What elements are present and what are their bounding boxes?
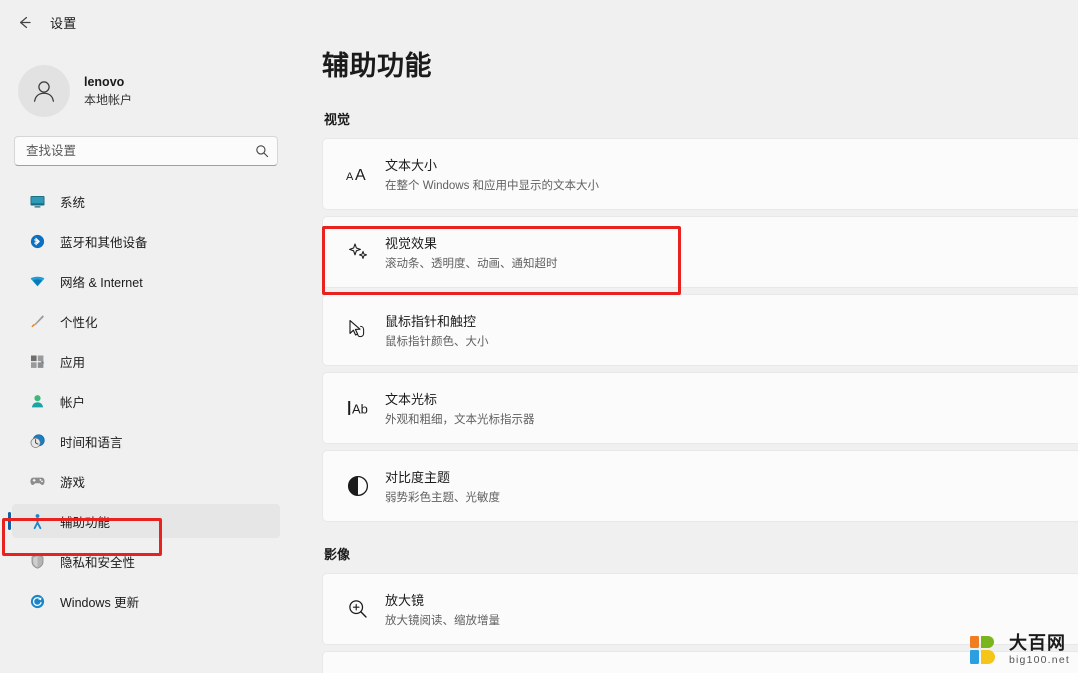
sidebar-item-accessibility[interactable]: 辅助功能 — [8, 504, 280, 538]
setting-card-text-size[interactable]: A A 文本大小 在整个 Windows 和应用中显示的文本大小 — [322, 138, 1078, 210]
setting-title: 文本光标 — [385, 392, 438, 407]
svg-text:Ab: Ab — [352, 402, 368, 417]
sidebar-item-network[interactable]: 网络 & Internet — [12, 264, 280, 298]
sidebar-item-label: 辅助功能 — [60, 515, 111, 530]
paintbrush-icon — [28, 312, 46, 330]
svg-text:A: A — [355, 167, 366, 184]
setting-card-contrast-themes[interactable]: 对比度主题 弱势彩色主题、光敏度 — [322, 450, 1078, 522]
apps-grid-icon — [28, 352, 46, 370]
update-refresh-icon — [28, 592, 46, 610]
setting-card-text-cursor[interactable]: Ab 文本光标 外观和粗细，文本光标指示器 — [322, 372, 1078, 444]
setting-title: 文本大小 — [385, 158, 438, 173]
magnifier-plus-icon — [331, 597, 385, 621]
contrast-circle-icon — [331, 474, 385, 498]
text-cursor-icon: Ab — [331, 397, 385, 419]
setting-subtitle: 鼠标指针颜色、大小 — [385, 336, 489, 348]
section-heading-vision: 视觉 — [324, 112, 351, 127]
setting-title: 视觉效果 — [385, 236, 438, 251]
setting-subtitle: 在整个 Windows 和应用中显示的文本大小 — [385, 180, 600, 192]
wifi-icon — [28, 272, 46, 290]
avatar — [18, 65, 70, 117]
search-container — [0, 122, 300, 166]
settings-window: 设置 lenovo 本地帐户 查找设置 系统 蓝牙和其他设备 网络 & Inte… — [0, 0, 1078, 673]
title-bar: 设置 — [0, 0, 300, 44]
person-avatar-icon — [33, 81, 55, 102]
shield-icon — [28, 552, 46, 570]
sidebar-item-time-language[interactable]: 时间和语言 — [12, 424, 280, 458]
account-type: 本地帐户 — [84, 92, 133, 107]
sidebar-nav: 系统 蓝牙和其他设备 网络 & Internet 个性化 应用 帐户 时间和语言… — [0, 184, 300, 618]
account-name: lenovo — [84, 74, 125, 89]
setting-card-visual-effects[interactable]: 视觉效果 滚动条、透明度、动画、通知超时 — [322, 216, 1078, 288]
setting-subtitle: 放大镜阅读、缩放增量 — [385, 615, 500, 627]
sidebar-item-privacy[interactable]: 隐私和安全性 — [12, 544, 280, 578]
sidebar-item-label: 隐私和安全性 — [60, 555, 136, 570]
sidebar-item-windows-update[interactable]: Windows 更新 — [12, 584, 280, 618]
sidebar-item-bluetooth[interactable]: 蓝牙和其他设备 — [12, 224, 280, 258]
sidebar-item-accounts[interactable]: 帐户 — [12, 384, 280, 418]
account-block[interactable]: lenovo 本地帐户 — [0, 44, 300, 122]
setting-subtitle: 弱势彩色主题、光敏度 — [385, 492, 500, 504]
search-box[interactable] — [14, 136, 278, 166]
sidebar-item-gaming[interactable]: 游戏 — [12, 464, 280, 498]
gamepad-icon — [28, 472, 46, 490]
search-icon — [255, 144, 269, 158]
clock-globe-icon — [28, 432, 46, 450]
watermark-url: big100.net — [1008, 654, 1070, 667]
search-input[interactable] — [26, 144, 255, 158]
sidebar-item-label: 个性化 — [60, 315, 98, 330]
sidebar-item-label: 网络 & Internet — [60, 275, 143, 290]
sidebar-item-personalization[interactable]: 个性化 — [12, 304, 280, 338]
setting-title: 鼠标指针和触控 — [385, 314, 477, 329]
setting-card-magnifier[interactable]: 放大镜 放大镜阅读、缩放增量 — [322, 573, 1078, 645]
sidebar-item-label: 系统 — [60, 195, 86, 210]
watermark: 大百网 big100.net — [968, 633, 1070, 667]
watermark-logo-icon — [968, 633, 1002, 667]
back-arrow-icon[interactable] — [10, 8, 38, 36]
sidebar-item-label: 时间和语言 — [60, 435, 123, 450]
watermark-title: 大百网 — [1008, 633, 1066, 654]
sparkle-effects-icon — [331, 239, 385, 265]
setting-subtitle: 外观和粗细，文本光标指示器 — [385, 414, 535, 426]
sidebar: 设置 lenovo 本地帐户 查找设置 系统 蓝牙和其他设备 网络 & Inte… — [0, 0, 300, 673]
svg-text:A: A — [346, 171, 354, 183]
setting-card-mouse-pointer[interactable]: 鼠标指针和触控 鼠标指针颜色、大小 — [322, 294, 1078, 366]
page-title: 辅助功能 — [322, 51, 432, 81]
setting-card-color-filters[interactable]: 颜色滤镜 — [322, 651, 1078, 673]
text-size-aa-icon: A A — [331, 163, 385, 185]
mouse-pointer-touch-icon — [331, 317, 385, 343]
app-title: 设置 — [50, 15, 77, 31]
person-icon — [28, 392, 46, 410]
sidebar-item-label: 游戏 — [60, 475, 86, 490]
setting-title: 对比度主题 — [385, 470, 451, 485]
accessibility-person-icon — [28, 512, 46, 530]
sidebar-item-label: 应用 — [60, 355, 86, 370]
sidebar-item-label: Windows 更新 — [60, 595, 140, 610]
main-content: 辅助功能 视觉 A A 文本大小 在整个 Windows 和应用中显示的文本大小 — [300, 0, 1078, 673]
sidebar-item-label: 帐户 — [60, 395, 86, 410]
sidebar-item-apps[interactable]: 应用 — [12, 344, 280, 378]
monitor-icon — [28, 192, 46, 210]
setting-subtitle: 滚动条、透明度、动画、通知超时 — [385, 258, 558, 270]
bluetooth-icon — [28, 232, 46, 250]
setting-title: 放大镜 — [385, 593, 425, 608]
section-heading-imaging: 影像 — [324, 547, 351, 562]
sidebar-item-label: 蓝牙和其他设备 — [60, 235, 148, 250]
sidebar-item-system[interactable]: 系统 — [12, 184, 280, 218]
